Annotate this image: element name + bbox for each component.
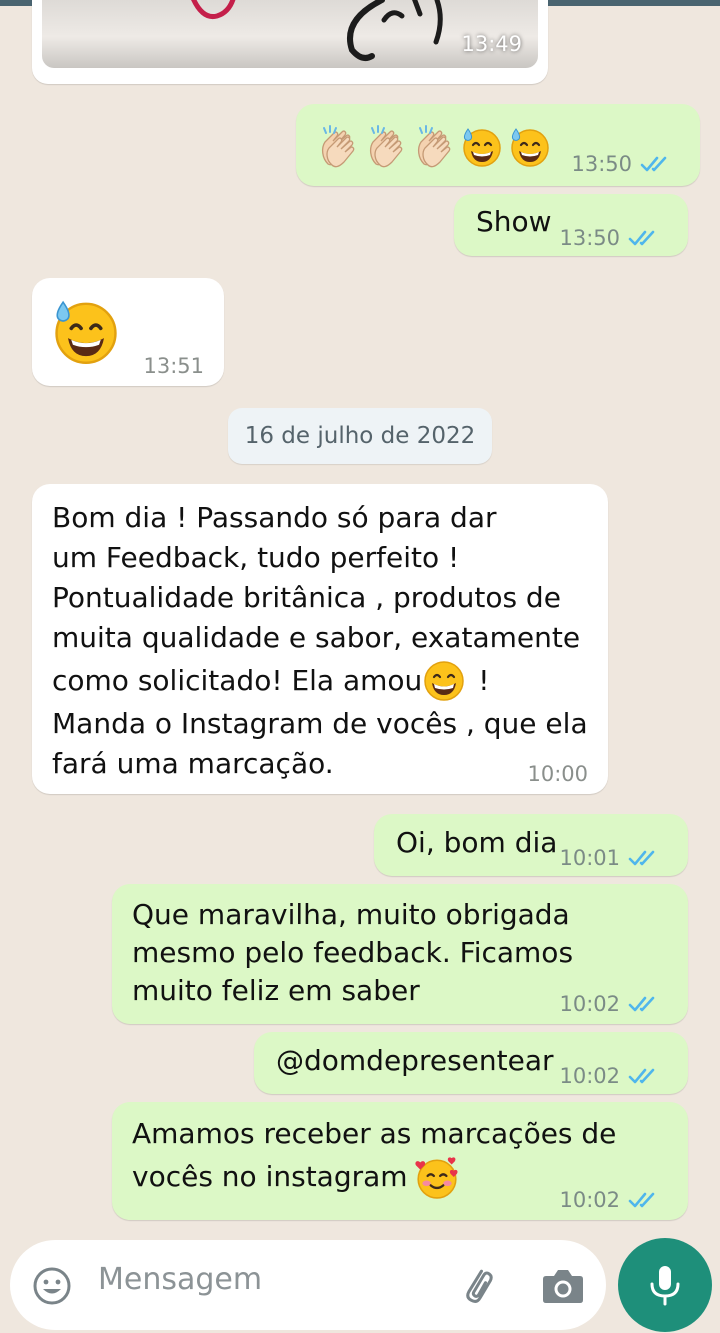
attach-icon[interactable]	[454, 1262, 502, 1310]
chat-area[interactable]: 13:49 13:50 Show 13:50 13:51 16 de julho…	[0, 0, 720, 1240]
message-text: @domdepresentear	[276, 1044, 554, 1077]
outgoing-message[interactable]: Que maravilha, muito obrigada mesmo pelo…	[112, 884, 688, 1024]
message-line: Manda o Instagram de vocês , que ela	[52, 707, 588, 740]
message-text: Que maravilha, muito obrigada mesmo pelo…	[132, 896, 573, 1010]
message-meta: 13:51	[143, 354, 204, 378]
grinning-sweat-icon	[508, 124, 552, 168]
read-ticks-icon	[628, 1190, 660, 1210]
date-label: 16 de julho de 2022	[244, 423, 476, 449]
message-time: 10:02	[559, 1188, 620, 1212]
emoji-icon[interactable]	[30, 1264, 74, 1308]
message-meta: 10:02	[559, 992, 660, 1016]
camera-icon[interactable]	[540, 1264, 586, 1308]
message-time: 10:02	[559, 992, 620, 1016]
message-line: Amamos receber as marcações de	[132, 1117, 617, 1150]
message-text: Amamos receber as marcações de vocês no …	[132, 1114, 616, 1200]
clapping-hands-icon	[316, 124, 360, 168]
cake-photo[interactable]: 13:49	[42, 0, 538, 68]
read-ticks-icon	[628, 994, 660, 1014]
date-divider: 16 de julho de 2022	[228, 408, 492, 464]
message-meta: 13:50	[559, 226, 660, 250]
grinning-sweat-icon	[460, 124, 504, 168]
message-input[interactable]: Mensagem	[98, 1262, 262, 1297]
message-line: Bom dia ! Passando só para dar	[52, 501, 497, 534]
message-time: 13:49	[461, 32, 522, 56]
message-line: fará uma marcação.	[52, 747, 334, 780]
incoming-message[interactable]: 13:51	[32, 278, 224, 386]
clapping-hands-icon	[412, 124, 456, 168]
image-message[interactable]: 13:49	[32, 0, 548, 84]
voice-message-button[interactable]	[618, 1238, 712, 1332]
read-ticks-icon	[628, 1066, 660, 1086]
read-ticks-icon	[628, 848, 660, 868]
message-meta: 10:02	[559, 1064, 660, 1088]
message-meta: 10:01	[559, 846, 660, 870]
message-line: mesmo pelo feedback. Ficamos	[132, 936, 574, 969]
outgoing-message[interactable]: @domdepresentear 10:02	[254, 1032, 688, 1094]
outgoing-message[interactable]: Oi, bom dia 10:01	[374, 814, 688, 876]
emoji-row	[316, 124, 552, 168]
message-line: !	[478, 664, 490, 697]
message-meta: 10:00	[527, 762, 588, 786]
message-text: Bom dia ! Passando só para dar um Feedba…	[52, 498, 588, 784]
message-line: muita qualidade e sabor, exatamente	[52, 621, 581, 654]
message-text: Show	[476, 205, 552, 238]
outgoing-message[interactable]: Show 13:50	[454, 194, 688, 256]
message-line: vocês no instagram	[132, 1160, 408, 1193]
message-meta: 10:02	[559, 1188, 660, 1212]
message-time: 13:50	[571, 152, 632, 176]
message-line-with-emoji: como solicitado! Ela amou !	[52, 658, 588, 704]
message-line: muito feliz em saber	[132, 974, 420, 1007]
message-composer[interactable]: Mensagem	[10, 1240, 606, 1330]
message-line-with-emoji: vocês no instagram	[132, 1154, 616, 1200]
smiling-face-with-hearts-icon	[414, 1154, 460, 1200]
outgoing-message[interactable]: 13:50	[296, 104, 700, 186]
message-line: como solicitado! Ela amou	[52, 664, 423, 697]
clapping-hands-icon	[364, 124, 408, 168]
message-line: Pontualidade britânica , produtos de	[52, 581, 561, 614]
microphone-icon	[650, 1266, 680, 1306]
incoming-message[interactable]: Bom dia ! Passando só para dar um Feedba…	[32, 484, 608, 794]
message-text: Oi, bom dia	[396, 826, 558, 859]
message-time: 10:00	[527, 762, 588, 786]
message-time: 10:02	[559, 1064, 620, 1088]
message-time: 10:01	[559, 846, 620, 870]
outgoing-message[interactable]: Amamos receber as marcações de vocês no …	[112, 1102, 688, 1220]
grinning-sweat-icon	[50, 294, 122, 366]
message-meta: 13:50	[571, 152, 672, 176]
read-ticks-icon	[640, 154, 672, 174]
message-time: 13:51	[143, 354, 204, 378]
grinning-face-icon	[422, 659, 466, 703]
message-time: 13:50	[559, 226, 620, 250]
message-line: Que maravilha, muito obrigada	[132, 898, 570, 931]
message-line: um Feedback, tudo perfeito !	[52, 541, 460, 574]
read-ticks-icon	[628, 228, 660, 248]
